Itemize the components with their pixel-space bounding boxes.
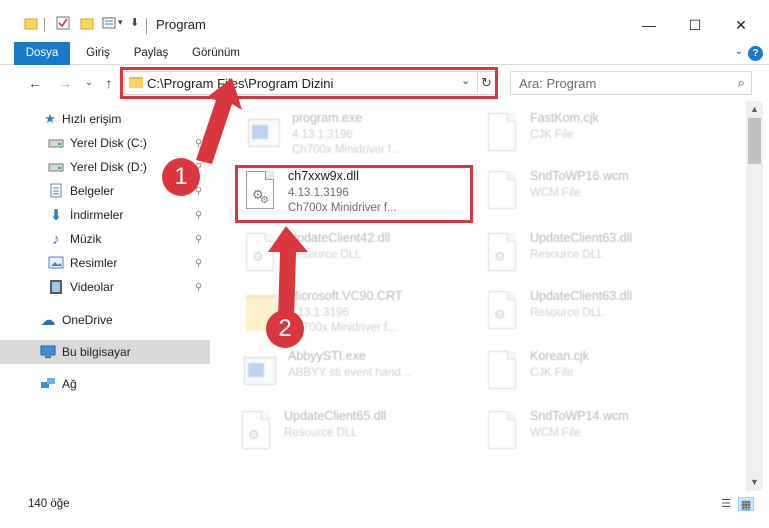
tiles-view-icon[interactable]: ▦: [738, 497, 754, 511]
step-2-badge: 2: [266, 310, 304, 348]
status-bar: 140 öğe ☰ ▦: [0, 491, 769, 528]
item-count: 140 öğe: [28, 498, 70, 510]
details-view-icon[interactable]: ☰: [718, 497, 734, 511]
annotation-arrows: [196, 78, 308, 320]
arrow-up-to-address: [196, 78, 242, 164]
arrow-up-to-file: [268, 226, 308, 320]
step-1-badge: 1: [162, 158, 200, 196]
